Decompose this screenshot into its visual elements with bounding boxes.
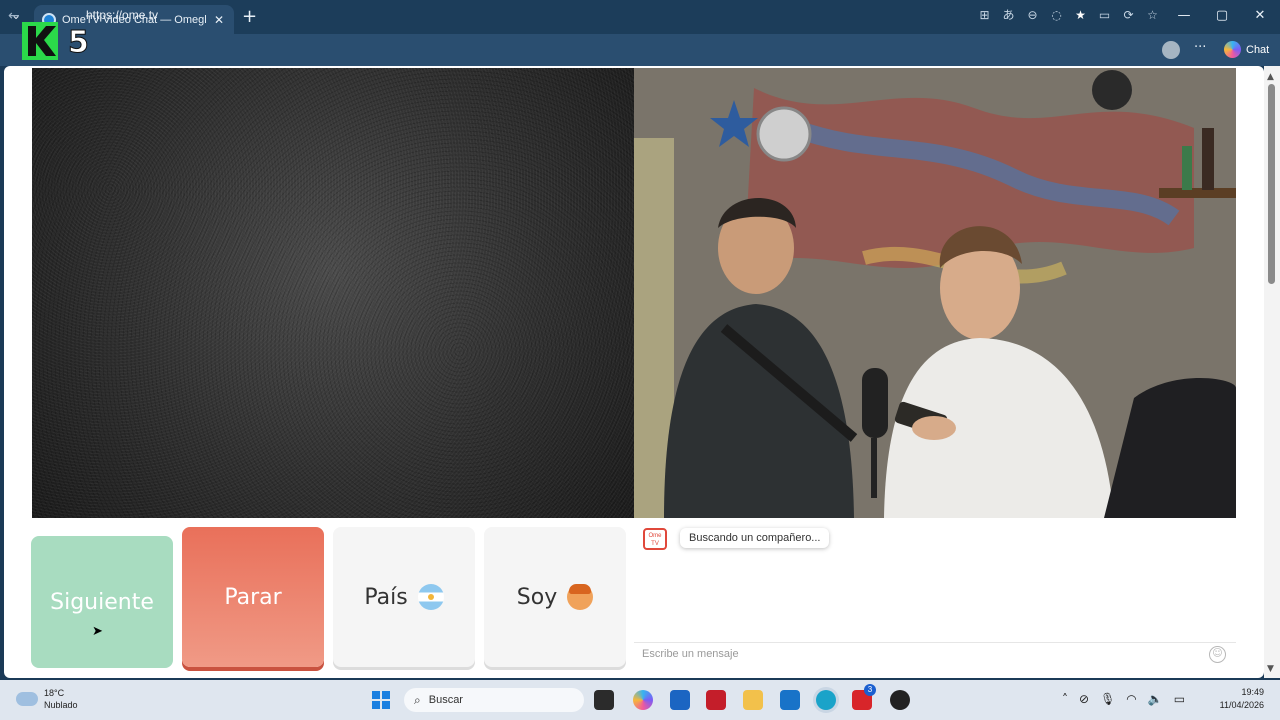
profile-avatar[interactable]: [1162, 41, 1180, 59]
minimize-button[interactable]: —: [1174, 8, 1194, 23]
next-button-label: Siguiente: [50, 589, 154, 615]
favorites-icon[interactable]: ☆: [1145, 8, 1160, 23]
clock-time: 19:49: [1241, 687, 1264, 697]
clock-date: 11/04/2026: [1219, 700, 1264, 710]
file-explorer-icon[interactable]: [743, 690, 763, 710]
mcafee-app-icon[interactable]: [706, 690, 726, 710]
weather-text: 18°C Nublado: [44, 687, 78, 711]
network-off-icon[interactable]: ⊘: [1079, 692, 1089, 706]
scroll-down-icon[interactable]: ▼: [1267, 664, 1274, 674]
stop-button-label: Parar: [224, 584, 282, 610]
argentina-flag-icon: [417, 584, 444, 610]
more-menu-icon[interactable]: ···: [1194, 40, 1206, 55]
weather-widget[interactable]: 18°C Nublado: [16, 687, 78, 711]
address-bar-row: [0, 34, 1280, 66]
copilot-icon: [1224, 41, 1241, 58]
store-app-icon[interactable]: [670, 690, 690, 710]
copilot-chat-button[interactable]: Chat: [1224, 41, 1269, 58]
translate-icon[interactable]: あ: [1001, 8, 1016, 23]
video-noise: [32, 68, 634, 518]
outlook-app-icon[interactable]: [780, 690, 800, 710]
new-tab-icon[interactable]: +: [242, 8, 257, 26]
tracking-prevention-icon[interactable]: ◌: [1049, 8, 1064, 23]
emoji-picker-icon[interactable]: ☺: [1209, 646, 1226, 663]
show-hidden-icons-icon[interactable]: ˄: [1062, 692, 1068, 706]
wifi-icon[interactable]: ◠: [1126, 692, 1136, 706]
volume-icon[interactable]: 🔈: [1148, 692, 1163, 706]
lenovo-app-icon[interactable]: 3: [852, 684, 876, 710]
favorite-star-icon[interactable]: ★: [1073, 8, 1088, 23]
boy-face-icon: [567, 584, 594, 610]
country-button-label: País: [364, 584, 408, 610]
zoom-icon[interactable]: ⊖: [1025, 8, 1040, 23]
webcam-scene: [634, 68, 1236, 518]
close-window-button[interactable]: ✕: [1250, 8, 1270, 23]
tab-close-icon[interactable]: ✕: [212, 13, 226, 27]
address-bar-actions: ⊞ あ ⊖ ◌ ★ ▭ ⟳ ☆: [977, 8, 1160, 23]
app-grid-icon[interactable]: ⊞: [977, 8, 992, 23]
scrollbar-thumb[interactable]: [1268, 84, 1275, 284]
copilot-label: Chat: [1246, 43, 1270, 56]
ometv-chat-logo-icon: Ome TV: [643, 528, 667, 550]
taskbar-search-label: Buscar: [428, 694, 463, 706]
next-button[interactable]: Siguiente: [31, 536, 173, 668]
channel-logo: 5: [22, 22, 89, 61]
search-icon: ⌕: [414, 692, 421, 707]
media-app-icon[interactable]: [890, 690, 910, 710]
video-icon[interactable]: ▭: [1097, 8, 1112, 23]
self-video-feed: [634, 68, 1236, 518]
mouse-cursor-icon: ➤: [92, 624, 103, 639]
taskbar-clock[interactable]: 19:49 11/04/2026: [1212, 686, 1264, 712]
temperature: 18°C: [44, 688, 65, 698]
battery-icon[interactable]: ▭: [1174, 692, 1185, 706]
gender-select-button[interactable]: Soy: [484, 527, 626, 667]
edge-browser-icon[interactable]: [816, 690, 836, 710]
notification-badge: 3: [864, 684, 876, 696]
weather-condition: Nublado: [44, 700, 78, 710]
cloud-icon: [16, 692, 38, 706]
maximize-button[interactable]: ▢: [1212, 8, 1232, 23]
url-field[interactable]: https://ome.tv: [86, 8, 158, 22]
chat-status-message: Buscando un compañero...: [680, 528, 830, 548]
gender-button-label: Soy: [516, 584, 558, 610]
task-view-icon[interactable]: [594, 690, 614, 710]
system-tray: ˄ ⊘ 🎙 ◠ 🔈 ▭: [1062, 692, 1185, 706]
extensions-icon[interactable]: ⟳: [1121, 8, 1136, 23]
scroll-up-icon[interactable]: ▲: [1267, 72, 1274, 82]
windows-start-icon[interactable]: [372, 691, 390, 709]
chat-input-placeholder[interactable]: Escribe un mensaje: [642, 648, 739, 660]
back-arrow-icon[interactable]: ←: [8, 8, 20, 24]
microphone-icon[interactable]: 🎙: [1100, 692, 1115, 706]
taskbar-search[interactable]: ⌕ Buscar: [404, 688, 584, 712]
copilot-app-icon[interactable]: [633, 690, 653, 710]
svg-text:5: 5: [68, 25, 89, 60]
stop-button[interactable]: Parar: [182, 527, 324, 667]
stranger-video-static: [32, 68, 634, 518]
country-filter-button[interactable]: País: [333, 527, 475, 667]
